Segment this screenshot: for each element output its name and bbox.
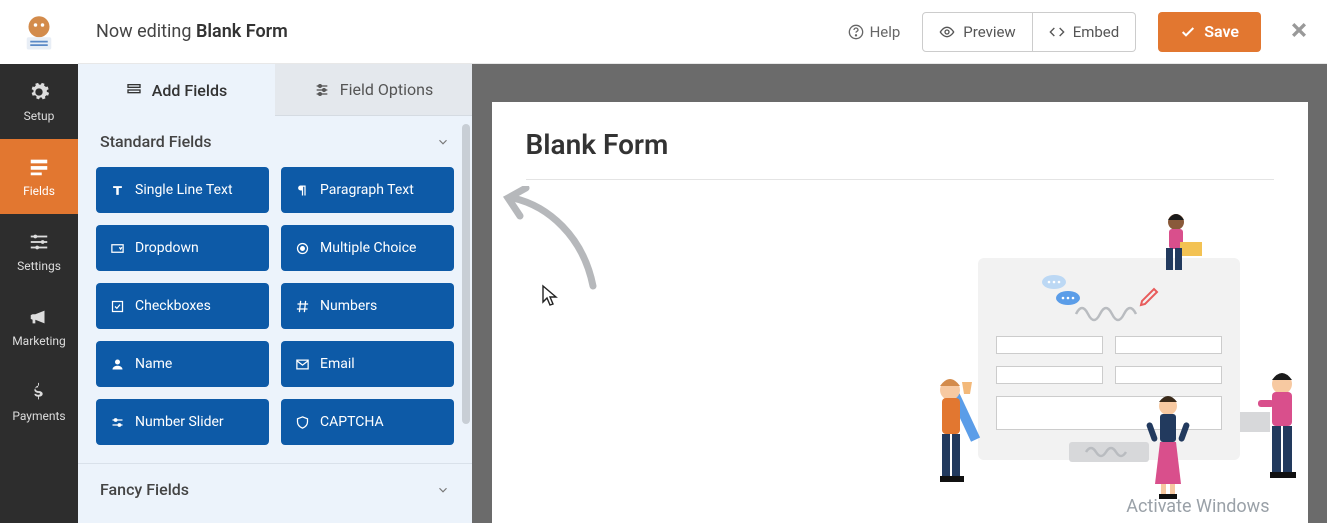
nav-label: Fields bbox=[23, 184, 55, 198]
form-name: Blank Form bbox=[196, 21, 288, 42]
field-paragraph-text[interactable]: Paragraph Text bbox=[281, 167, 454, 213]
save-label: Save bbox=[1204, 22, 1239, 41]
field-name[interactable]: Name bbox=[96, 341, 269, 387]
left-rail: Setup Fields Settings Marketing Payments bbox=[0, 0, 78, 523]
check-icon bbox=[1180, 24, 1196, 40]
divider bbox=[526, 179, 1274, 180]
sliders-icon bbox=[28, 231, 50, 253]
close-icon bbox=[1289, 20, 1309, 40]
person-middle-icon bbox=[1143, 394, 1193, 504]
app-logo bbox=[0, 0, 78, 64]
topbar-title: Now editing Blank Form bbox=[96, 21, 288, 42]
chat-bubbles-icon bbox=[1040, 272, 1088, 312]
sliders-icon bbox=[314, 82, 330, 98]
canvas-title: Blank Form bbox=[526, 128, 1274, 161]
nav-setup[interactable]: Setup bbox=[0, 64, 78, 139]
arrow-icon bbox=[498, 186, 608, 296]
code-icon bbox=[1049, 24, 1065, 40]
editing-prefix: Now editing bbox=[96, 21, 196, 42]
field-label: Single Line Text bbox=[135, 182, 233, 198]
tab-field-options[interactable]: Field Options bbox=[275, 64, 472, 116]
text-icon bbox=[110, 183, 125, 198]
section-standard-fields[interactable]: Standard Fields bbox=[78, 116, 472, 163]
envelope-icon bbox=[295, 357, 310, 372]
field-label: Email bbox=[320, 356, 355, 372]
field-label: CAPTCHA bbox=[320, 414, 384, 430]
field-label: Dropdown bbox=[135, 240, 199, 256]
wpforms-logo-icon bbox=[18, 11, 60, 53]
field-label: Multiple Choice bbox=[320, 240, 416, 256]
user-icon bbox=[110, 357, 125, 372]
field-number-slider[interactable]: Number Slider bbox=[96, 399, 269, 445]
nav-label: Payments bbox=[12, 409, 65, 423]
preview-button[interactable]: Preview bbox=[922, 12, 1032, 52]
field-dropdown[interactable]: Dropdown bbox=[96, 225, 269, 271]
squiggle-icon bbox=[1084, 446, 1134, 458]
tab-add-fields[interactable]: Add Fields bbox=[78, 64, 275, 116]
person-left-icon bbox=[922, 372, 992, 502]
field-email[interactable]: Email bbox=[281, 341, 454, 387]
bullhorn-icon bbox=[28, 306, 50, 328]
checkbox-icon bbox=[110, 299, 125, 314]
shield-icon bbox=[295, 415, 310, 430]
field-single-line-text[interactable]: Single Line Text bbox=[96, 167, 269, 213]
hash-icon bbox=[295, 299, 310, 314]
nav-label: Settings bbox=[17, 259, 61, 273]
add-icon bbox=[126, 82, 142, 98]
slider-icon bbox=[110, 415, 125, 430]
embed-label: Embed bbox=[1073, 23, 1120, 41]
watermark: Activate Windows bbox=[1126, 496, 1269, 517]
section-title: Fancy Fields bbox=[100, 480, 189, 499]
nav-marketing[interactable]: Marketing bbox=[0, 289, 78, 364]
help-label: Help bbox=[870, 23, 901, 41]
paragraph-icon bbox=[295, 183, 310, 198]
form-icon bbox=[28, 156, 50, 178]
nav-label: Marketing bbox=[12, 334, 66, 348]
pencil-icon bbox=[1138, 284, 1162, 308]
cursor-icon bbox=[541, 284, 559, 306]
field-multiple-choice[interactable]: Multiple Choice bbox=[281, 225, 454, 271]
gear-icon bbox=[28, 81, 50, 103]
nav-label: Setup bbox=[24, 109, 55, 123]
nav-payments[interactable]: Payments bbox=[0, 364, 78, 439]
nav-settings[interactable]: Settings bbox=[0, 214, 78, 289]
scrollbar[interactable] bbox=[462, 124, 470, 424]
close-button[interactable] bbox=[1289, 18, 1309, 46]
empty-state-illustration bbox=[918, 222, 1327, 522]
save-button[interactable]: Save bbox=[1158, 12, 1261, 52]
chevron-down-icon bbox=[436, 483, 450, 497]
help-icon bbox=[848, 24, 864, 40]
field-label: Name bbox=[135, 356, 172, 372]
eye-icon bbox=[939, 24, 955, 40]
chevron-down-icon bbox=[436, 135, 450, 149]
field-label: Paragraph Text bbox=[320, 182, 414, 198]
tab-label: Add Fields bbox=[152, 81, 227, 100]
field-checkboxes[interactable]: Checkboxes bbox=[96, 283, 269, 329]
form-canvas[interactable]: Blank Form bbox=[492, 102, 1308, 523]
field-label: Numbers bbox=[320, 298, 377, 314]
section-fancy-fields[interactable]: Fancy Fields bbox=[78, 463, 472, 511]
field-label: Number Slider bbox=[135, 414, 224, 430]
dollar-icon bbox=[28, 381, 50, 403]
radio-icon bbox=[295, 241, 310, 256]
tab-label: Field Options bbox=[340, 80, 433, 99]
person-right-icon bbox=[1238, 370, 1308, 500]
help-link[interactable]: Help bbox=[848, 23, 901, 41]
preview-label: Preview bbox=[963, 23, 1015, 41]
dropdown-icon bbox=[110, 241, 125, 256]
nav-fields[interactable]: Fields bbox=[0, 139, 78, 214]
field-numbers[interactable]: Numbers bbox=[281, 283, 454, 329]
field-captcha[interactable]: CAPTCHA bbox=[281, 399, 454, 445]
embed-button[interactable]: Embed bbox=[1033, 12, 1137, 52]
topbar: Now editing Blank Form Help Preview Embe… bbox=[78, 0, 1327, 64]
section-title: Standard Fields bbox=[100, 132, 211, 151]
fields-panel: Add Fields Field Options Standard Fields bbox=[78, 64, 472, 523]
field-label: Checkboxes bbox=[135, 298, 211, 314]
person-top-icon bbox=[1158, 212, 1214, 282]
